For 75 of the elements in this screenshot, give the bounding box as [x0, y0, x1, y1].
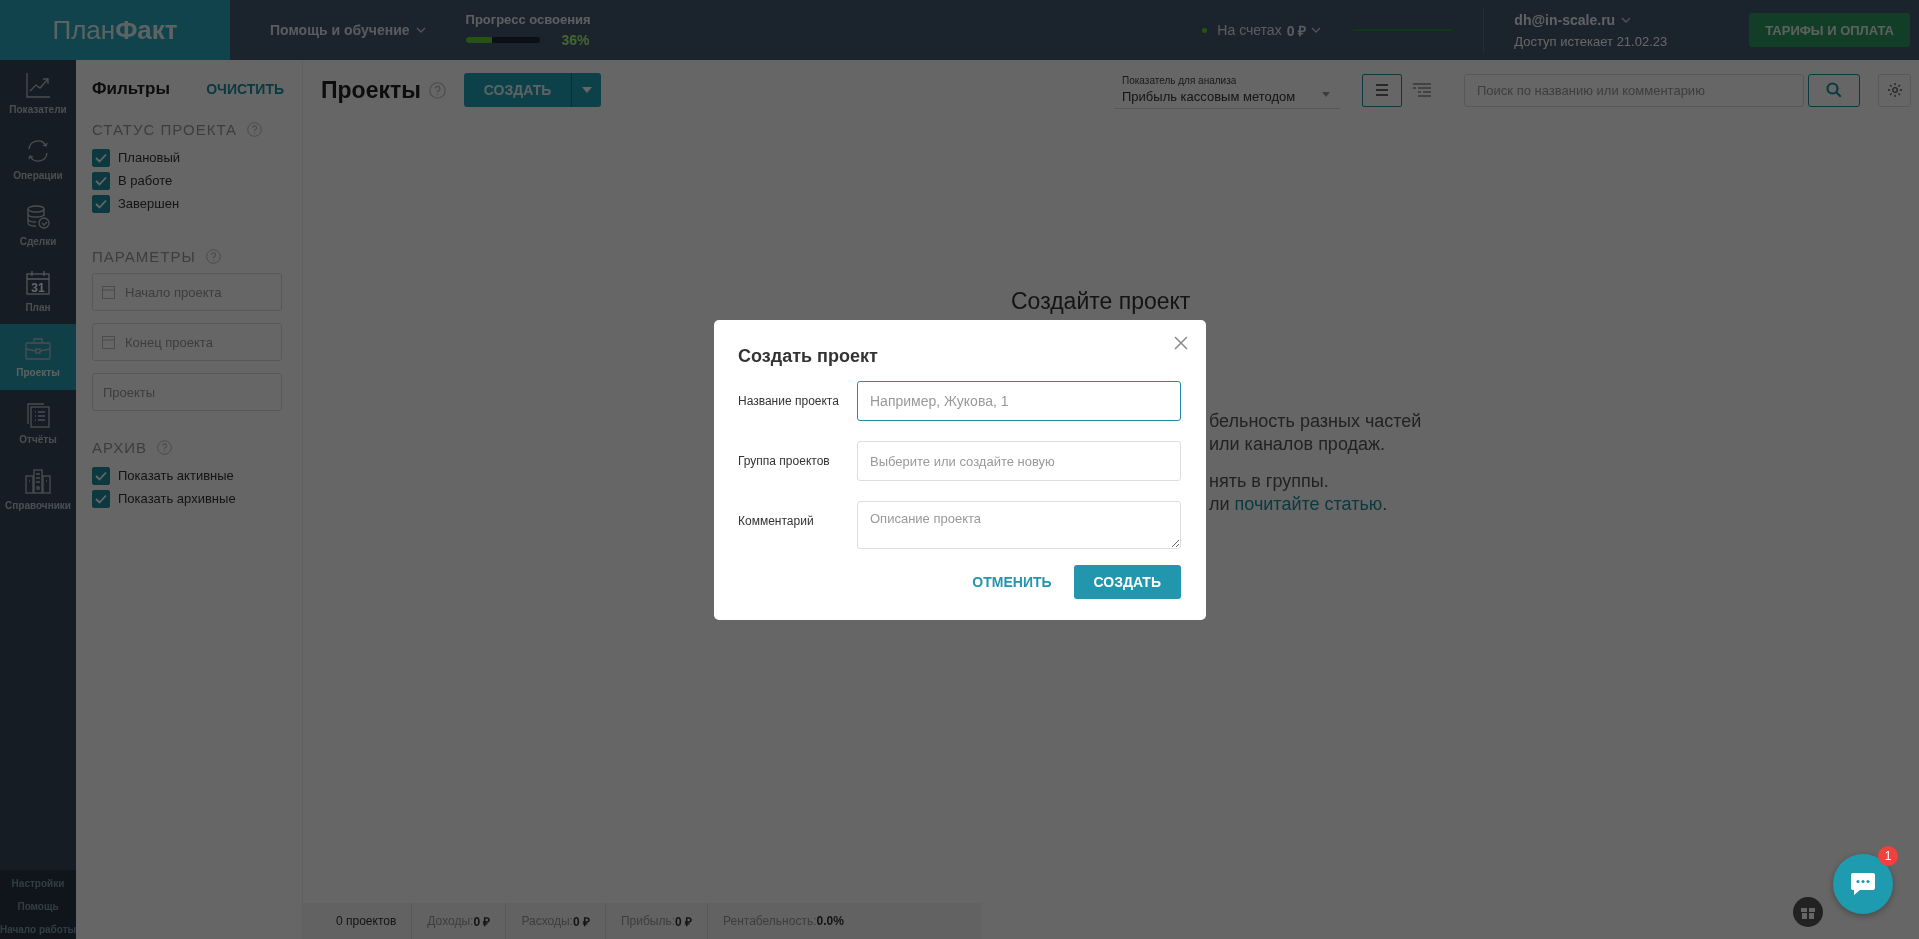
checkbox[interactable]: [92, 148, 110, 167]
nav-item[interactable]: Проекты: [0, 324, 76, 390]
check-icon: [95, 198, 107, 209]
filters-title: Фильтры: [92, 79, 170, 99]
close-button[interactable]: [1174, 336, 1188, 350]
checkbox-label: Показать активные: [118, 468, 234, 483]
caret-icon: [415, 27, 426, 33]
field-label: Комментарий: [738, 513, 815, 528]
checkbox[interactable]: [92, 489, 110, 508]
clear-filters-button[interactable]: ОЧИСТИТЬ: [206, 81, 284, 97]
chart-icon: [25, 71, 51, 98]
empty-state-text: ли: [1209, 494, 1231, 514]
cycle-icon: [25, 137, 51, 164]
calendar-icon: [102, 335, 115, 349]
progress-label: Прогресс освоения: [465, 12, 591, 27]
database-icon: [25, 203, 51, 230]
user-menu[interactable]: dh@in-scale.ru: [1514, 11, 1668, 28]
progress-percent: 36%: [561, 32, 590, 48]
help-icon[interactable]: [428, 81, 446, 99]
settings-button[interactable]: [1878, 73, 1911, 107]
metric-select[interactable]: Показатель для анализа Прибыль кассовым методом: [1114, 71, 1340, 109]
plans-button[interactable]: ТАРИФЫ И ОПЛАТА: [1749, 13, 1910, 47]
create-button[interactable]: СОЗДАТЬ: [1073, 565, 1181, 599]
briefcase-icon: [25, 336, 51, 361]
status-dot: [1202, 27, 1208, 33]
search-icon: [1826, 82, 1842, 98]
check-icon: [95, 152, 107, 163]
create-button[interactable]: СОЗДАТЬ: [463, 73, 572, 107]
view-toggle[interactable]: [1362, 73, 1402, 107]
checkbox-label: Показать архивные: [118, 491, 236, 506]
report-icon: [25, 401, 51, 428]
calendar-icon: [102, 285, 115, 299]
field-label: Группа проектов: [738, 453, 831, 468]
empty-state-text: .: [1382, 494, 1388, 514]
comment-field[interactable]: Описание проекта: [857, 501, 1181, 549]
check-icon: [95, 493, 107, 504]
settings-icon: [1886, 82, 1903, 98]
empty-state-title: Создайте проект: [1011, 288, 1191, 315]
checkbox-label: В работе: [118, 173, 173, 188]
help-icon[interactable]: [205, 249, 221, 264]
dialog-title: Создать проект: [738, 346, 879, 367]
check-icon: [95, 470, 107, 481]
tree-list-icon: [1412, 83, 1432, 97]
cancel-button[interactable]: ОТМЕНИТЬ: [970, 565, 1054, 599]
close-icon: [1174, 336, 1188, 350]
input-field[interactable]: Например, Жукова, 1: [857, 381, 1181, 421]
caret-icon: [1621, 16, 1632, 23]
article-link[interactable]: почитайте статью: [1234, 494, 1383, 514]
search-button[interactable]: [1808, 73, 1860, 107]
empty-state-text: нять в группы.: [1209, 471, 1329, 491]
cabinet-icon: [25, 467, 51, 494]
checkbox[interactable]: [92, 466, 110, 485]
notification-badge: 1: [1878, 846, 1898, 866]
check-icon: [95, 175, 107, 186]
calendar-icon: 31: [25, 269, 51, 296]
checkbox[interactable]: [92, 171, 110, 190]
caret-icon: [581, 87, 592, 93]
help-icon[interactable]: [157, 440, 173, 455]
list-icon: [1374, 83, 1390, 97]
help-icon[interactable]: [247, 122, 263, 137]
empty-state-text: бельность разных частей: [1209, 411, 1422, 431]
chat-icon: [1850, 872, 1876, 896]
access-expiry: Доступ истекает 21.02.23: [1514, 33, 1668, 49]
summary-item: 0 проектов: [335, 913, 398, 930]
caret-icon: [1322, 92, 1330, 97]
gift-button[interactable]: [1793, 897, 1823, 927]
app-logo[interactable]: ПланФакт: [0, 0, 230, 60]
caret-icon: [1311, 27, 1322, 33]
empty-state-text: или каналов продаж.: [1209, 434, 1386, 454]
page-title: Проекты: [321, 76, 421, 104]
checkbox[interactable]: [92, 194, 110, 213]
create-menu-button[interactable]: [571, 73, 602, 107]
field-label: Название проекта: [738, 393, 840, 408]
checkbox-label: Плановый: [118, 150, 181, 165]
checkbox-label: Завершен: [118, 196, 180, 211]
